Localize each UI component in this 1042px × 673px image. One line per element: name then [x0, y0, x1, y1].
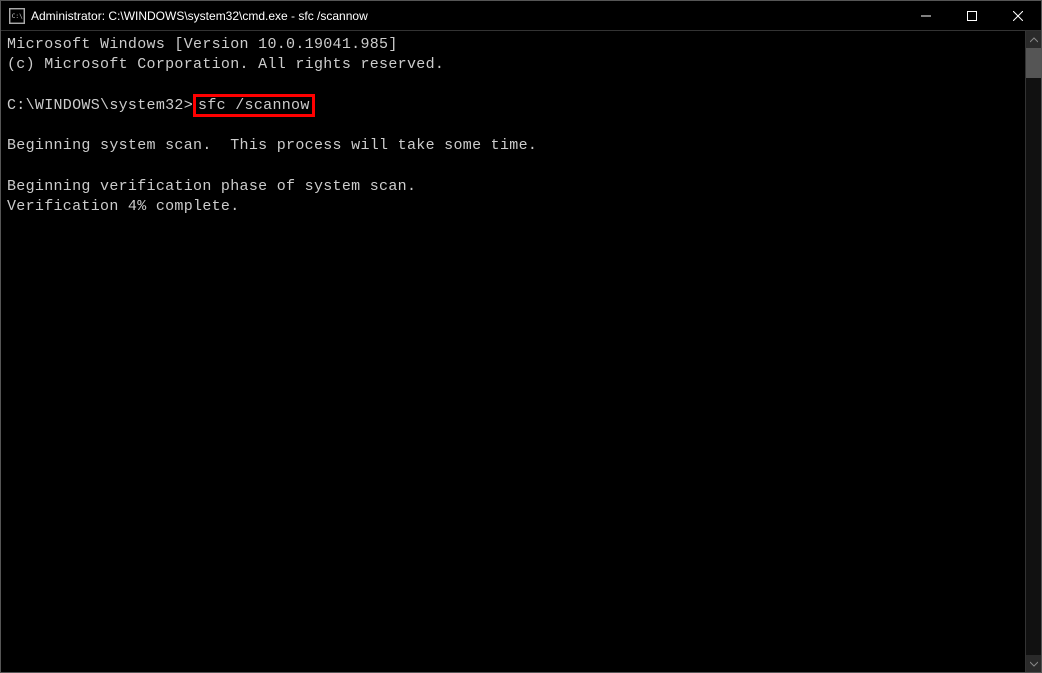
scrollbar-track[interactable]	[1026, 48, 1041, 655]
chevron-up-icon	[1030, 37, 1038, 43]
svg-text:C:\: C:\	[12, 12, 23, 19]
verification-progress-line: Verification 4% complete.	[7, 198, 240, 215]
copyright-line: (c) Microsoft Corporation. All rights re…	[7, 56, 444, 73]
cmd-icon: C:\	[9, 8, 25, 24]
command-text: sfc /scannow	[198, 97, 310, 114]
scrollbar-down-arrow[interactable]	[1026, 655, 1041, 672]
close-icon	[1013, 11, 1023, 21]
minimize-button[interactable]	[903, 1, 949, 31]
content-area: Microsoft Windows [Version 10.0.19041.98…	[1, 31, 1041, 672]
window-titlebar: C:\ Administrator: C:\WINDOWS\system32\c…	[1, 1, 1041, 31]
maximize-icon	[967, 11, 977, 21]
prompt-text: C:\WINDOWS\system32>	[7, 97, 193, 114]
terminal-output[interactable]: Microsoft Windows [Version 10.0.19041.98…	[1, 31, 1025, 672]
version-line: Microsoft Windows [Version 10.0.19041.98…	[7, 36, 398, 53]
vertical-scrollbar[interactable]	[1025, 31, 1041, 672]
close-button[interactable]	[995, 1, 1041, 31]
chevron-down-icon	[1030, 661, 1038, 667]
command-highlight: sfc /scannow	[193, 94, 315, 117]
scan-begin-line: Beginning system scan. This process will…	[7, 137, 537, 154]
scrollbar-up-arrow[interactable]	[1026, 31, 1041, 48]
window-title: Administrator: C:\WINDOWS\system32\cmd.e…	[31, 9, 903, 23]
window-controls	[903, 1, 1041, 30]
scrollbar-thumb[interactable]	[1026, 48, 1041, 78]
maximize-button[interactable]	[949, 1, 995, 31]
minimize-icon	[921, 11, 931, 21]
verification-phase-line: Beginning verification phase of system s…	[7, 178, 416, 195]
